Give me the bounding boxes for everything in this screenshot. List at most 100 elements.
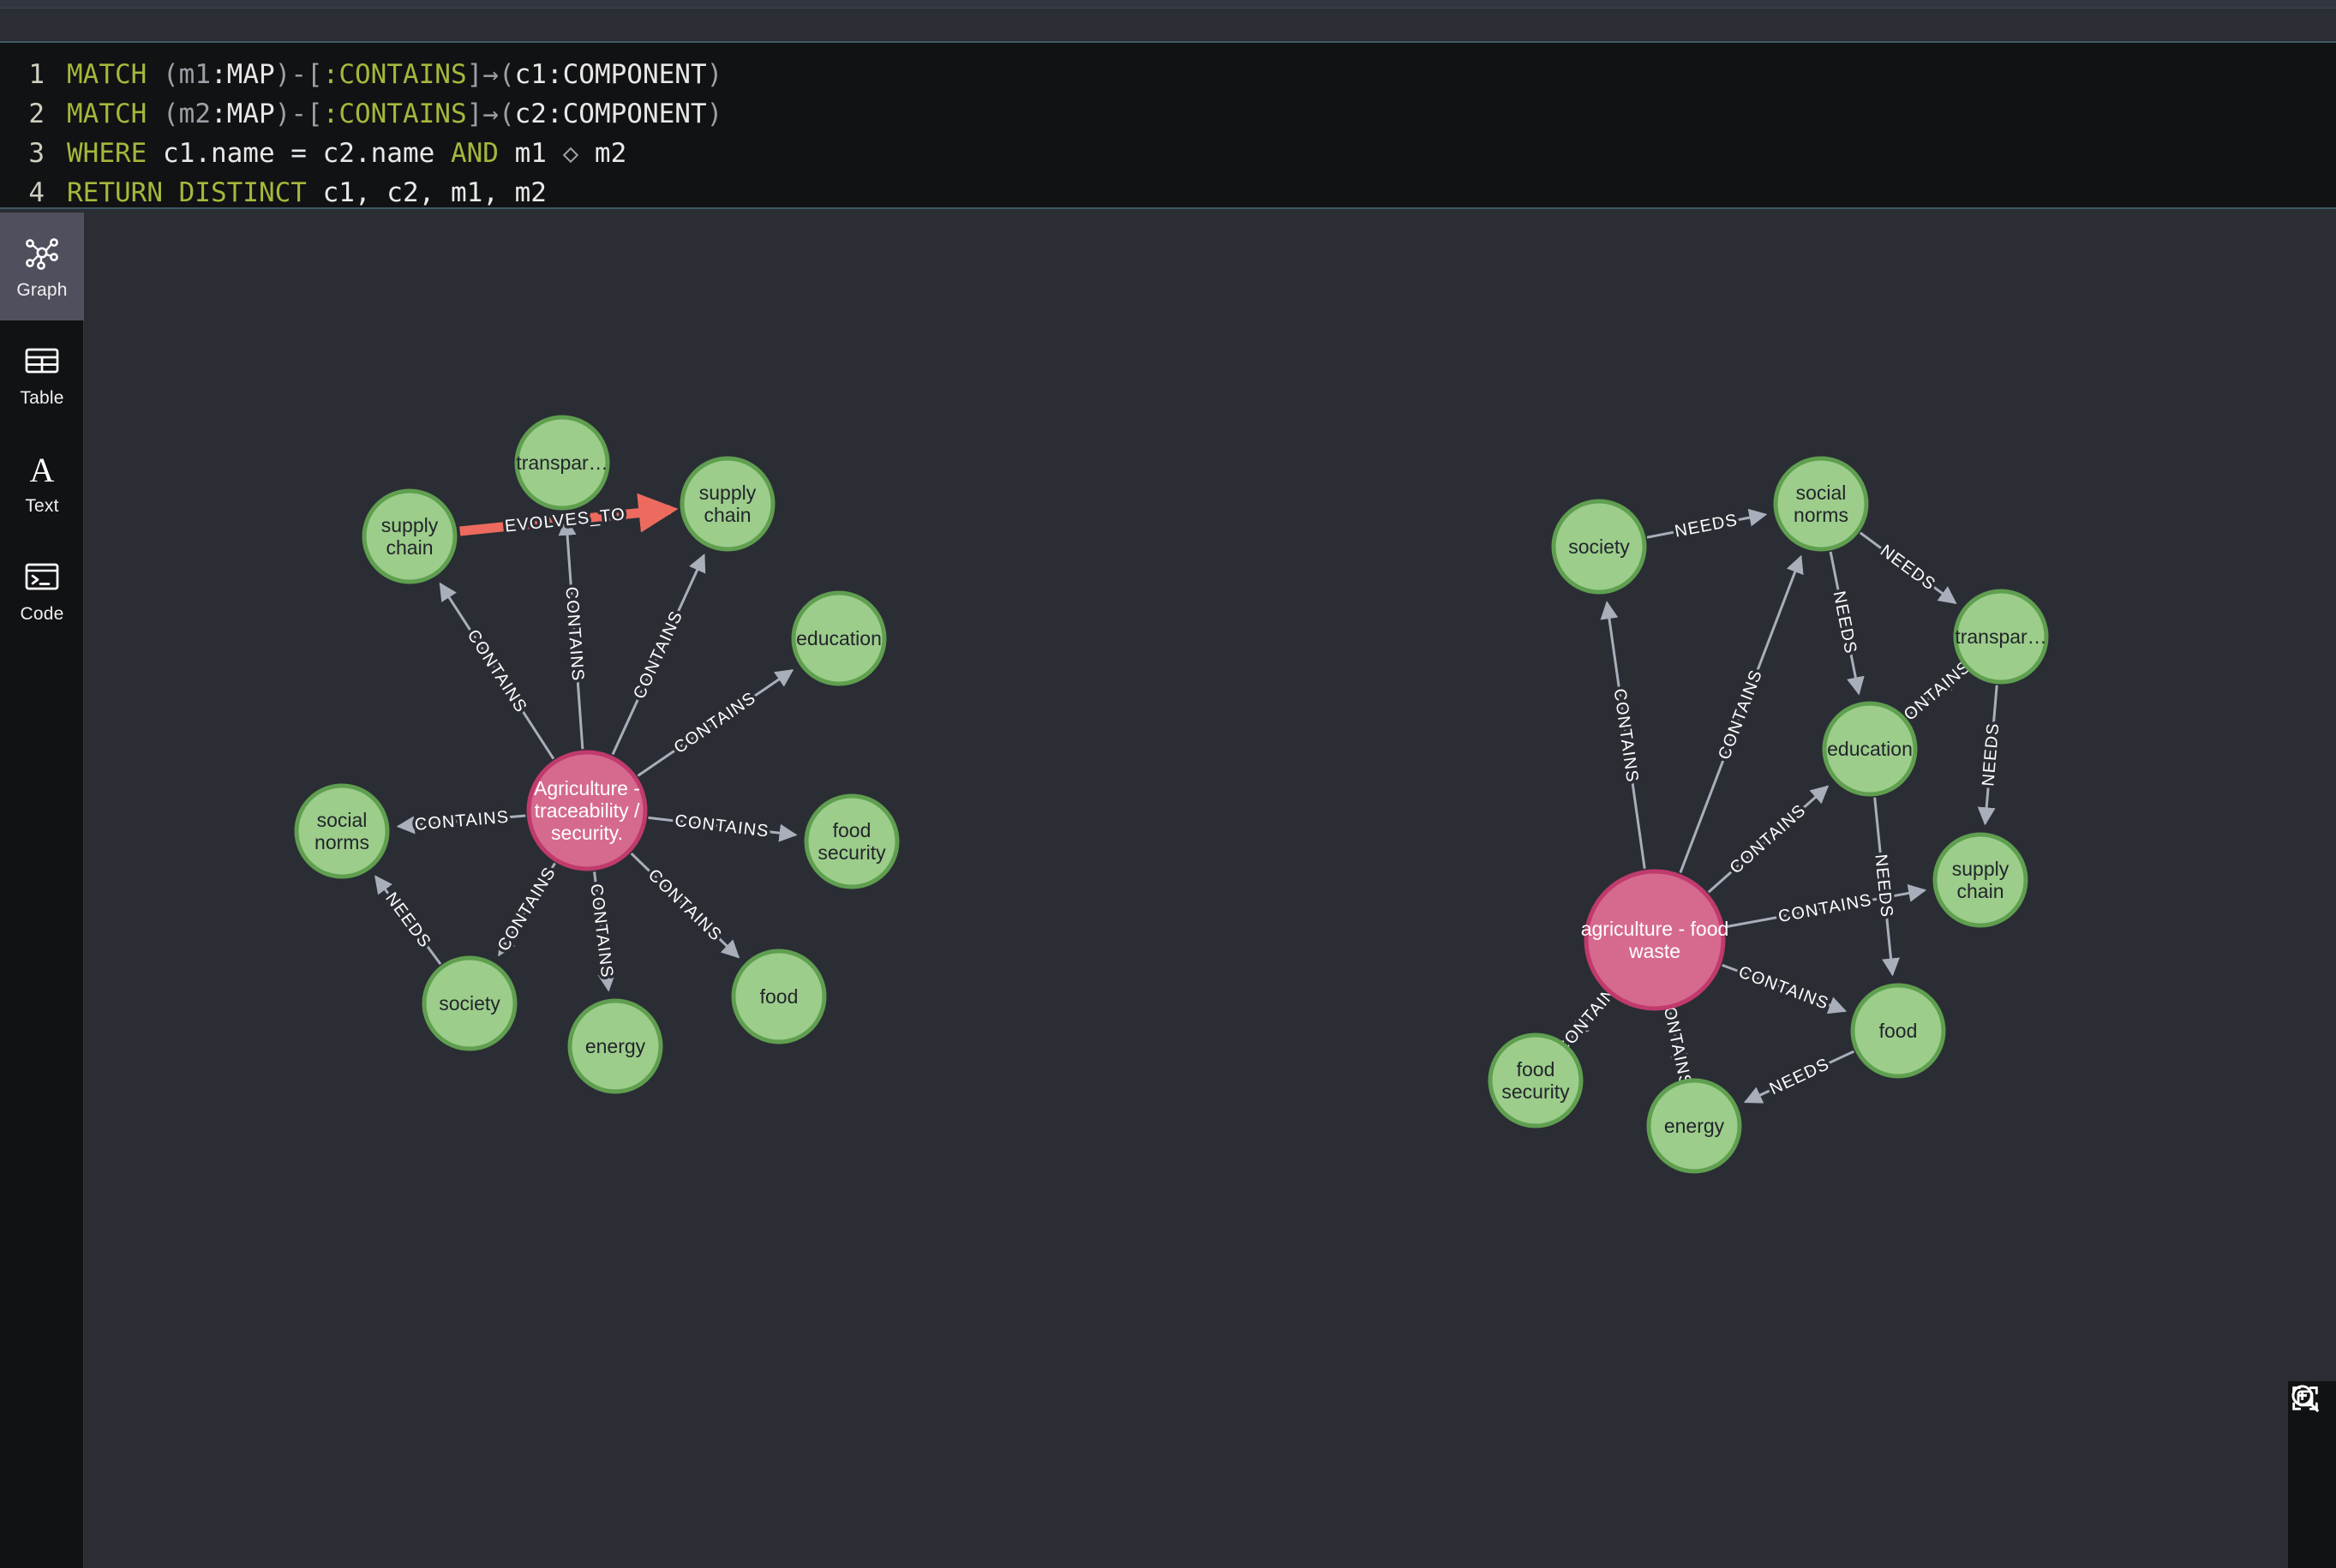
node-label: transpar… (1955, 625, 2046, 648)
view-mode-sidebar: Graph Table A Text Code (0, 212, 84, 1568)
graph-node[interactable]: supplychain (680, 456, 776, 552)
node-label: energy (585, 1035, 646, 1057)
letter-a-icon: A (30, 451, 55, 488)
node-label: energy (1664, 1115, 1725, 1137)
node-label: chain (386, 536, 434, 559)
edge-label: CONTAINS (414, 808, 510, 835)
edge-label: NEEDS (1673, 511, 1739, 542)
edge-label: NEEDS (381, 889, 434, 952)
node-label: food (833, 819, 872, 841)
cypher-query-editor[interactable]: 1 MATCH (m1:MAP)-[:CONTAINS]→(c1:COMPONEN… (0, 41, 2336, 209)
node-label: food (1879, 1020, 1918, 1042)
code-text: WHERE c1.name = c2.name AND m1 ◇ m2 (67, 138, 627, 169)
sidebar-item-graph[interactable]: Graph (0, 212, 84, 320)
node-label: waste (1628, 940, 1680, 962)
graph-canvas[interactable]: EVOLVES_TO EVOLVES_TO CONTAINS CONTAINS CONT… (84, 212, 2336, 1568)
line-number: 1 (28, 59, 45, 90)
graph-node[interactable]: socialnorms (1773, 456, 1869, 552)
graph-nodes-icon (26, 237, 58, 270)
sidebar-item-text[interactable]: A Text (0, 428, 84, 536)
edge-label: CONTAINS (494, 864, 560, 955)
edge-label: CONTAINS (561, 586, 587, 682)
graph-node[interactable]: foodsecurity (804, 793, 900, 889)
fit-to-screen-icon[interactable] (2288, 1381, 2322, 1415)
graph-node[interactable]: supplychain (1932, 832, 2028, 928)
node-label: supply (381, 514, 439, 536)
node-label: education (796, 627, 882, 649)
node-label: society (1568, 536, 1630, 558)
edge-label: CONTAINS (1610, 687, 1642, 784)
node-label: security (1501, 1080, 1570, 1103)
graph-node[interactable]: transpar… (514, 415, 610, 511)
sidebar-item-label: Graph (16, 279, 68, 300)
node-label: food (760, 985, 799, 1008)
graph-node[interactable]: energy (567, 998, 663, 1094)
edge-label: NEEDS (1877, 542, 1939, 595)
line-number: 2 (28, 99, 45, 129)
code-text: MATCH (m1:MAP)-[:CONTAINS]→(c1:COMPONENT… (67, 59, 723, 90)
node-label: agriculture - food (1581, 918, 1729, 940)
node-label: social (1796, 482, 1847, 504)
graph-node[interactable]: society (422, 955, 518, 1051)
terminal-icon (25, 563, 59, 589)
graph-node[interactable]: education (791, 590, 887, 686)
node-label: security. (551, 822, 623, 844)
graph-node[interactable]: Agriculture -traceability /security. (526, 750, 648, 871)
node-label: social (317, 809, 368, 831)
node-label: supply (699, 482, 757, 504)
code-line[interactable]: 2 MATCH (m2:MAP)-[:CONTAINS]→(c2:COMPONEN… (0, 94, 2336, 134)
graph-node[interactable]: socialnorms (294, 783, 390, 879)
top-strip (0, 0, 2336, 9)
edge-label: CONTAINS (644, 865, 726, 945)
zoom-controls (2288, 1381, 2336, 1568)
graph-visualization[interactable]: EVOLVES_TOEVOLVES_TOCONTAINSCONTAINS CONT… (84, 212, 2336, 1568)
edge-label: CONTAINS (1776, 891, 1873, 927)
graph-node[interactable]: education (1822, 701, 1918, 797)
graph-node[interactable]: transpar… (1953, 589, 2049, 685)
edge-label: NEEDS (1767, 1055, 1833, 1098)
graph-node[interactable]: supplychain (362, 488, 458, 584)
edge-label: CONTAINS (464, 626, 531, 716)
table-grid-icon (25, 348, 59, 373)
edge-label: CONTAINS (671, 689, 760, 758)
edge-label: CONTAINS (630, 607, 686, 702)
node-label: chain (1957, 880, 2004, 902)
svg-text:A: A (30, 451, 55, 488)
edge-label: NEEDS (1871, 853, 1896, 919)
edge-label: NEEDS (1830, 589, 1860, 655)
graph-node[interactable]: foodsecurity (1488, 1032, 1584, 1128)
node-label: traceability / (535, 799, 640, 822)
node-label: supply (1952, 858, 2010, 880)
node-label: society (439, 992, 500, 1014)
line-number: 4 (28, 177, 45, 208)
graph-node[interactable]: agriculture - foodwaste (1581, 869, 1729, 1011)
edge-label: NEEDS (1979, 722, 2003, 787)
graph-node[interactable]: energy (1646, 1078, 1742, 1174)
code-text: RETURN DISTINCT c1, c2, m1, m2 (67, 177, 547, 208)
sidebar-item-label: Code (20, 603, 64, 624)
edge-label: CONTAINS (674, 811, 770, 841)
line-number: 3 (28, 138, 45, 169)
node-label: transpar… (516, 452, 608, 474)
sidebar-item-code[interactable]: Code (0, 536, 84, 644)
node-label: norms (314, 831, 369, 853)
node-label: education (1827, 738, 1913, 760)
edge-label: CONTAINS (1715, 667, 1766, 762)
node-label: security (818, 841, 886, 864)
code-text: MATCH (m2:MAP)-[:CONTAINS]→(c2:COMPONENT… (67, 99, 723, 129)
code-line[interactable]: 4 RETURN DISTINCT c1, c2, m1, m2 (0, 173, 2336, 212)
graph-node[interactable]: society (1551, 499, 1647, 595)
edge-label: CONTAINS (1727, 801, 1810, 878)
node-label: Agriculture - (534, 777, 640, 799)
neo4j-browser-window: 1 MATCH (m1:MAP)-[:CONTAINS]→(c1:COMPONEN… (0, 0, 2336, 1568)
edge-label: CONTAINS (1736, 962, 1831, 1013)
editor-lines: 1 MATCH (m1:MAP)-[:CONTAINS]→(c1:COMPONEN… (0, 55, 2336, 212)
sidebar-item-table[interactable]: Table (0, 320, 84, 428)
code-line[interactable]: 3 WHERE c1.name = c2.name AND m1 ◇ m2 (0, 134, 2336, 173)
node-label: norms (1794, 504, 1848, 526)
graph-node[interactable]: food (1850, 983, 1946, 1079)
node-label: food (1517, 1058, 1555, 1080)
code-line[interactable]: 1 MATCH (m1:MAP)-[:CONTAINS]→(c1:COMPONEN… (0, 55, 2336, 94)
graph-node[interactable]: food (731, 949, 827, 1044)
sidebar-item-label: Table (20, 387, 64, 408)
